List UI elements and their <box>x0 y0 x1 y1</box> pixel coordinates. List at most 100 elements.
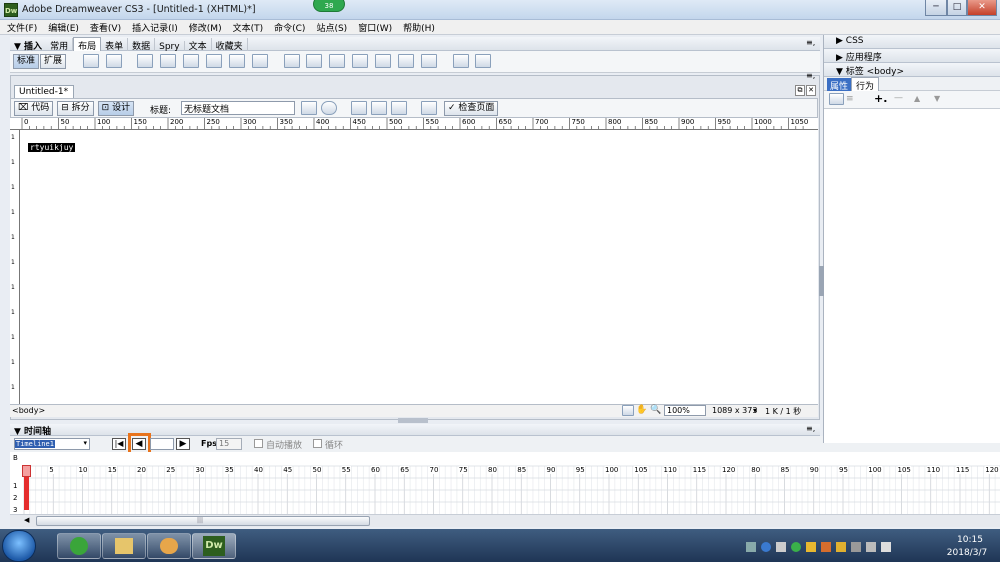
play-icon[interactable]: ▶ <box>176 438 190 450</box>
validate-markup-icon[interactable] <box>421 101 437 115</box>
expanded-mode-button[interactable]: 扩展 <box>40 54 67 69</box>
clock-date[interactable]: 2018/3/7 <box>938 548 996 558</box>
zoom-select[interactable]: 100% <box>664 405 706 416</box>
insert-row-above-icon[interactable] <box>306 54 323 68</box>
splitter-grip[interactable] <box>398 418 428 423</box>
menu-command[interactable]: 命令(C) <box>267 20 309 34</box>
insert-panel-menu-icon[interactable]: ≡, <box>806 38 815 47</box>
timeline-panel-menu-icon[interactable]: ≡, <box>806 424 815 433</box>
menu-site[interactable]: 站点(S) <box>309 20 351 34</box>
design-view-button[interactable]: ⊡ 设计 <box>97 101 135 116</box>
menu-edit[interactable]: 编辑(E) <box>41 20 83 34</box>
keyboard-icon[interactable] <box>746 542 756 552</box>
document-toolbar: ⌧ 代码⊟ 拆分⊡ 设计 标题: ✓ 检查页面 <box>10 98 818 118</box>
hand-tool-icon[interactable]: ✋ <box>636 405 647 415</box>
tray-app-icon[interactable] <box>821 542 831 552</box>
table-grid-icon[interactable] <box>283 54 300 68</box>
spry-menu-icon[interactable] <box>183 54 200 68</box>
move-up-button[interactable]: ▲ <box>914 94 920 103</box>
help-icon[interactable] <box>761 542 771 552</box>
taskbar-explorer-icon[interactable] <box>102 533 146 559</box>
layout-mode-icon[interactable] <box>475 54 492 68</box>
frame-number-input[interactable] <box>150 438 174 450</box>
timeline-scrollbar[interactable]: ◀ ||| <box>10 514 1000 527</box>
panel-collapse-grip[interactable] <box>819 266 824 296</box>
design-view[interactable]: rtyuikjuy <box>20 130 818 404</box>
frame-number-label: 110 <box>926 466 941 474</box>
volume-icon[interactable] <box>881 542 891 552</box>
css-panel-header[interactable]: ▶ CSS <box>824 35 1000 49</box>
add-behavior-button[interactable]: +. <box>874 92 887 105</box>
input-method-icon[interactable] <box>776 542 786 552</box>
refresh-icon[interactable] <box>351 101 367 115</box>
table-icon[interactable] <box>82 54 99 68</box>
spry-accordion-icon[interactable] <box>228 54 245 68</box>
scroll-thumb[interactable]: ||| <box>36 516 370 526</box>
iframe-icon[interactable] <box>452 54 469 68</box>
start-button[interactable] <box>2 530 36 562</box>
view-options-icon[interactable] <box>371 101 387 115</box>
show-set-events-icon[interactable] <box>829 93 844 105</box>
taskbar-dreamweaver-icon[interactable]: Dw <box>192 533 236 559</box>
fps-input[interactable]: 15 <box>216 438 242 450</box>
selected-content-text[interactable]: rtyuikjuy <box>28 143 76 152</box>
document-tab[interactable]: Untitled-1* <box>14 85 74 98</box>
standard-mode-button[interactable]: 标准 <box>13 54 40 69</box>
menu-file[interactable]: 文件(F) <box>0 20 41 34</box>
close-doc-icon[interactable]: ✕ <box>806 85 816 96</box>
close-button[interactable]: ✕ <box>967 0 997 16</box>
code-view-button[interactable]: ⌧ 代码 <box>14 101 54 116</box>
minimize-button[interactable]: ─ <box>925 0 947 16</box>
menu-insert-record[interactable]: 插入记录(I) <box>125 20 182 34</box>
maximize-button[interactable]: □ <box>947 0 967 16</box>
signal-icon[interactable] <box>866 542 876 552</box>
network-icon[interactable] <box>851 542 861 552</box>
spry-collapsible-icon[interactable] <box>251 54 268 68</box>
insert-row-below-icon[interactable] <box>329 54 346 68</box>
taskbar-paint-icon[interactable] <box>147 533 191 559</box>
check-page-button[interactable]: ✓ 检查页面 <box>444 101 499 116</box>
remove-behavior-button[interactable]: — <box>894 93 903 103</box>
draw-ap-div-icon[interactable] <box>160 54 177 68</box>
rewind-icon[interactable]: |◀ <box>112 438 126 450</box>
security-icon[interactable] <box>791 542 801 552</box>
qq-icon[interactable] <box>836 542 846 552</box>
move-down-button[interactable]: ▼ <box>934 94 940 103</box>
select-tool-icon[interactable] <box>622 405 634 416</box>
scroll-left-icon[interactable]: ◀ <box>24 516 29 524</box>
tag-selector[interactable]: <body> <box>12 406 45 415</box>
clock-time[interactable]: 10:15 <box>950 535 990 545</box>
timeline-frames[interactable]: B123 15101520253035404550556065707580859… <box>10 452 1000 514</box>
insert-col-left-icon[interactable] <box>352 54 369 68</box>
window-size-dropdown-icon[interactable]: ▾ <box>753 406 757 415</box>
document-title-input[interactable] <box>181 101 295 115</box>
taskbar-ie-icon[interactable] <box>57 533 101 559</box>
chat-icon[interactable] <box>806 542 816 552</box>
zoom-tool-icon[interactable]: 🔍 <box>650 405 661 415</box>
application-panel-header[interactable]: ▶ 应用程序 <box>824 49 1000 63</box>
insert-div-icon[interactable] <box>137 54 154 68</box>
split-view-button[interactable]: ⊟ 拆分 <box>57 101 94 116</box>
panel-options-icon[interactable]: ≡, <box>806 71 820 83</box>
back-icon[interactable]: ◀ <box>132 438 146 450</box>
insert-col-right-icon[interactable] <box>375 54 392 68</box>
frame-icon[interactable] <box>397 54 414 68</box>
restore-doc-icon[interactable]: ⧉ <box>795 85 805 96</box>
playhead-marker[interactable] <box>22 465 31 477</box>
menu-modify[interactable]: 修改(M) <box>182 20 226 34</box>
frames-dropdown-icon[interactable] <box>420 54 437 68</box>
loop-checkbox[interactable] <box>313 439 322 448</box>
layout-table-icon[interactable] <box>105 54 122 68</box>
menu-help[interactable]: 帮助(H) <box>396 20 439 34</box>
menu-window[interactable]: 窗口(W) <box>351 20 396 34</box>
menu-view[interactable]: 查看(V) <box>83 20 125 34</box>
timeline-select[interactable]: Timeline1 ▾ <box>14 438 90 450</box>
show-all-events-icon[interactable]: ≡ <box>846 94 854 104</box>
file-management-icon[interactable] <box>301 101 317 115</box>
autoplay-checkbox[interactable] <box>254 439 263 448</box>
preview-browser-icon[interactable] <box>321 101 337 115</box>
visual-aids-icon[interactable] <box>391 101 407 115</box>
menu-text[interactable]: 文本(T) <box>226 20 268 34</box>
tag-panel-header[interactable]: ▼ 标签 <body> <box>824 63 1000 77</box>
spry-tab-icon[interactable] <box>206 54 223 68</box>
